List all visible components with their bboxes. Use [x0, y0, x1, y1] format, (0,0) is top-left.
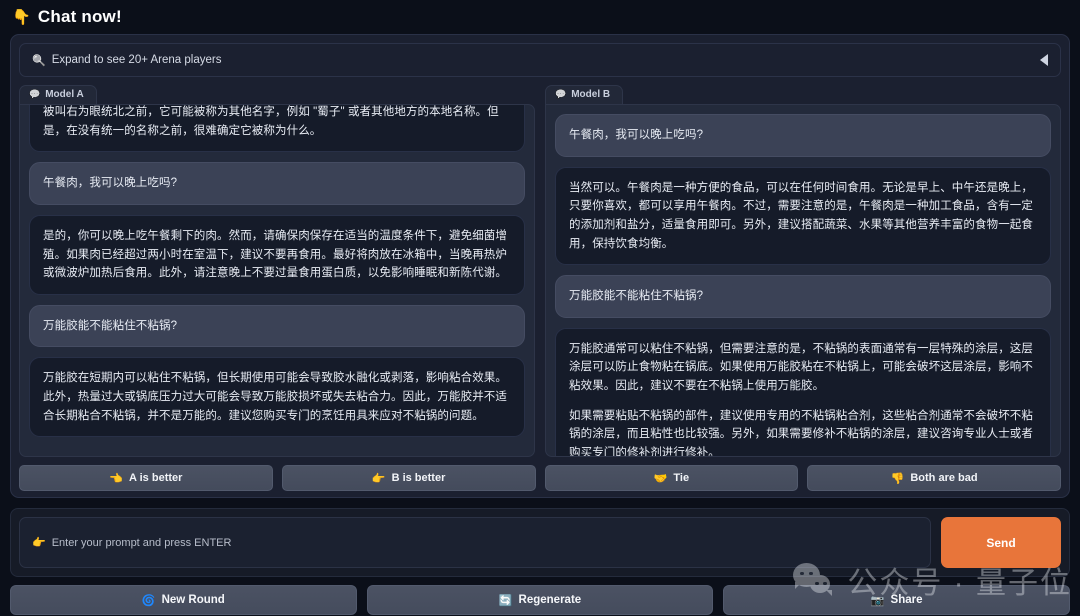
- expand-arena-players-bar[interactable]: 🔍 Expand to see 20+ Arena players: [19, 43, 1061, 77]
- vote-tie-label: Tie: [673, 472, 690, 484]
- left-triangle-icon[interactable]: [1040, 54, 1048, 66]
- vote-a-is-better-button[interactable]: 👈 A is better: [19, 465, 273, 491]
- vote-a-is-better-label: A is better: [129, 472, 183, 484]
- message-paragraph: 万能胶通常可以粘住不粘锅，但需要注意的是，不粘锅的表面通常有一层特殊的涂层，这层…: [569, 342, 1033, 392]
- tab-model-a[interactable]: 💬 Model A: [19, 85, 97, 104]
- share-button[interactable]: 📷 Share: [723, 585, 1071, 615]
- chat-message-bot: 万能胶通常可以粘住不粘锅，但需要注意的是，不粘锅的表面通常有一层特殊的涂层，这层…: [555, 327, 1051, 457]
- chat-message-user: 午餐肉，我可以晚上吃吗?: [29, 162, 525, 205]
- vote-both-are-bad-button[interactable]: 👎 Both are bad: [807, 465, 1061, 491]
- model-b-tab-strip: 💬 Model B: [545, 85, 1061, 104]
- prompt-placeholder-text: Enter your prompt and press ENTER: [51, 536, 232, 549]
- send-button[interactable]: Send: [941, 517, 1061, 568]
- chat-message-user: 午餐肉，我可以晚上吃吗?: [555, 114, 1051, 157]
- message-paragraph: 万能胶能不能粘住不粘锅?: [43, 319, 178, 332]
- pointing-right-hand-icon: 👉: [32, 537, 46, 549]
- speech-bubble-icon: 💬: [29, 89, 41, 99]
- vote-button-row: 👈 A is better 👉 B is better 🤝 Tie 👎 Both…: [19, 465, 1061, 491]
- arena-panel: 🔍 Expand to see 20+ Arena players 💬 Mode…: [10, 34, 1070, 498]
- page-title: 👇 Chat now!: [0, 0, 1080, 34]
- chat-message-bot: 当然可以。午餐肉是一种方便的食品，可以在任何时间食用。无论是早上、中午还是晚上，…: [555, 166, 1051, 266]
- chat-message-bot: 万能胶在短期内可以粘住不粘锅，但长期使用可能会导致胶水融化或剥落，影响粘合效果。…: [29, 357, 525, 438]
- regenerate-label: Regenerate: [518, 594, 582, 606]
- vote-b-is-better-label: B is better: [391, 472, 446, 484]
- tab-model-b[interactable]: 💬 Model B: [545, 85, 624, 104]
- model-columns: 💬 Model A 被叫右为眼统北之前，它可能被称为其他名字，例如 "蜀子" 或…: [19, 85, 1061, 457]
- pointing-down-hand-icon: 👇: [12, 8, 31, 26]
- action-button-row: 🌀 New Round 🔄 Regenerate 📷 Share: [10, 585, 1071, 615]
- tab-model-b-label: Model B: [571, 89, 611, 100]
- prompt-input-area: 👉 Enter your prompt and press ENTER Send: [10, 508, 1070, 577]
- prompt-input[interactable]: 👉 Enter your prompt and press ENTER: [19, 517, 931, 568]
- send-button-label: Send: [986, 535, 1016, 550]
- share-icon: 📷: [870, 594, 885, 607]
- tab-model-a-label: Model A: [45, 89, 84, 100]
- chat-message-bot: 被叫右为眼统北之前，它可能被称为其他名字，例如 "蜀子" 或者其他地方的本地名称…: [29, 105, 525, 153]
- new-round-label: New Round: [161, 594, 225, 606]
- pointing-left-hand-icon: 👈: [109, 472, 124, 485]
- vote-b-is-better-button[interactable]: 👉 B is better: [281, 465, 536, 491]
- new-round-button[interactable]: 🌀 New Round: [10, 585, 357, 615]
- message-paragraph: 万能胶能不能粘住不粘锅?: [569, 290, 704, 303]
- speech-bubble-icon: 💬: [555, 89, 567, 99]
- thumbs-down-icon: 👎: [890, 472, 905, 485]
- model-b-column: 💬 Model B 午餐肉，我可以晚上吃吗? 当然可以。午餐肉是一种方便的食品，…: [545, 85, 1061, 457]
- refresh-icon: 🔄: [498, 594, 513, 607]
- regenerate-button[interactable]: 🔄 Regenerate: [366, 585, 714, 615]
- message-paragraph: 午餐肉，我可以晚上吃吗?: [569, 129, 704, 141]
- model-a-column: 💬 Model A 被叫右为眼统北之前，它可能被称为其他名字，例如 "蜀子" 或…: [19, 85, 535, 457]
- model-b-chat-box[interactable]: 午餐肉，我可以晚上吃吗? 当然可以。午餐肉是一种方便的食品，可以在任何时间食用。…: [545, 104, 1061, 457]
- message-paragraph: 是的，你可以晚上吃午餐剩下的肉。然而，请确保肉保存在适当的温度条件下，避免细菌增…: [43, 229, 507, 280]
- pointing-right-hand-icon: 👉: [371, 472, 386, 485]
- share-label: Share: [890, 594, 923, 606]
- model-a-tab-strip: 💬 Model A: [19, 85, 535, 104]
- chat-message-bot: 是的，你可以晚上吃午餐剩下的肉。然而，请确保肉保存在适当的温度条件下，避免细菌增…: [29, 214, 525, 295]
- prompt-placeholder: 👉 Enter your prompt and press ENTER: [32, 536, 232, 550]
- message-paragraph: 万能胶在短期内可以粘住不粘锅，但长期使用可能会导致胶水融化或剥落，影响粘合效果。…: [43, 372, 507, 422]
- handshake-icon: 🤝: [653, 472, 668, 485]
- chat-message-user: 万能胶能不能粘住不粘锅?: [29, 304, 525, 348]
- recycle-icon: 🌀: [141, 594, 156, 607]
- message-paragraph: 午餐肉，我可以晚上吃吗?: [43, 177, 178, 190]
- vote-both-are-bad-label: Both are bad: [910, 472, 978, 484]
- chat-arena-app: 👇 Chat now! 🔍 Expand to see 20+ Arena pl…: [0, 0, 1080, 616]
- chat-message-user: 万能胶能不能粘住不粘锅?: [555, 275, 1051, 318]
- magnifier-icon: 🔍: [32, 54, 46, 67]
- message-paragraph: 如果需要粘贴不粘锅的部件，建议使用专用的不粘锅粘合剂，这些粘合剂通常不会破坏不粘…: [569, 409, 1033, 457]
- page-title-text: Chat now!: [37, 7, 122, 26]
- expand-bar-label: Expand to see 20+ Arena players: [51, 54, 222, 66]
- message-paragraph: 当然可以。午餐肉是一种方便的食品，可以在任何时间食用。无论是早上、中午还是晚上，…: [569, 181, 1033, 250]
- message-paragraph: 被叫右为眼统北之前，它可能被称为其他名字，例如 "蜀子" 或者其他地方的本地名称…: [43, 106, 499, 137]
- vote-tie-button[interactable]: 🤝 Tie: [544, 465, 799, 491]
- model-a-chat-box[interactable]: 被叫右为眼统北之前，它可能被称为其他名字，例如 "蜀子" 或者其他地方的本地名称…: [19, 104, 535, 457]
